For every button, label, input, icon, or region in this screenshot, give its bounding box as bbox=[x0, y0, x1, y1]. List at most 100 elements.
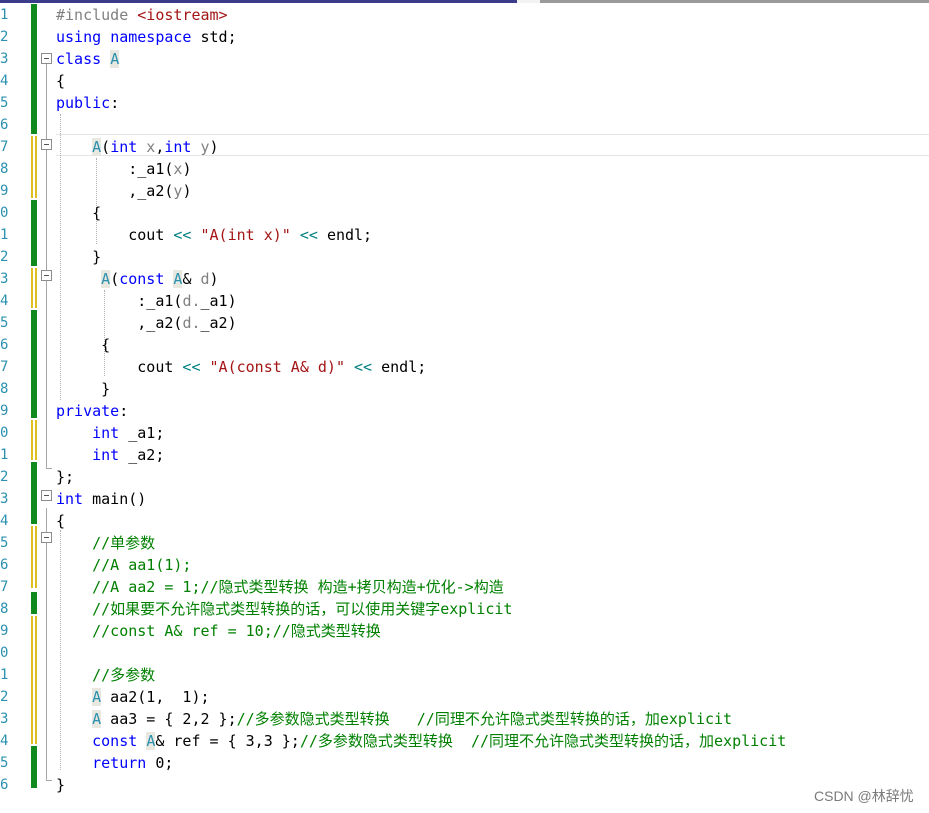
collapse-icon[interactable] bbox=[41, 532, 52, 543]
keyword: int bbox=[110, 138, 138, 156]
line-number: 4 bbox=[0, 733, 9, 749]
line-number: 1 bbox=[0, 667, 9, 683]
preprocessor-directive: #include bbox=[56, 6, 129, 24]
watermark: CSDN @林辞忧 bbox=[814, 788, 914, 804]
comment: //如果要不允许隐式类型转换的话，可以使用关键字explicit bbox=[92, 600, 513, 618]
brace: { bbox=[56, 72, 66, 90]
code-line: { bbox=[56, 70, 929, 92]
line-number: 5 bbox=[0, 755, 9, 771]
code-text: main() bbox=[83, 490, 147, 508]
code-text: ( bbox=[110, 270, 120, 288]
line-number: 1 bbox=[0, 7, 9, 23]
collapse-icon[interactable] bbox=[41, 139, 52, 150]
line-number: 7 bbox=[0, 139, 9, 155]
line-number: 2 bbox=[0, 29, 9, 45]
code-line: }; bbox=[56, 466, 929, 488]
string-literal: "A(const A& d)" bbox=[209, 358, 345, 376]
saved-change-bar bbox=[31, 462, 37, 524]
line-number: 2 bbox=[0, 689, 9, 705]
keyword: int bbox=[92, 446, 120, 464]
line-number: 8 bbox=[0, 381, 9, 397]
line-number: 0 bbox=[0, 205, 9, 221]
code-line: return 0; bbox=[56, 752, 929, 774]
unsaved-change-bar bbox=[31, 616, 37, 744]
code-text: _a1; bbox=[119, 424, 165, 442]
brace: } bbox=[101, 380, 111, 398]
comment: //多参数隐式类型转换 //同理不允许隐式类型转换的话，加explicit bbox=[299, 732, 787, 750]
operator: << bbox=[290, 226, 327, 244]
keyword: const bbox=[92, 732, 138, 750]
brace: } bbox=[56, 776, 66, 794]
fold-guide bbox=[46, 508, 47, 780]
line-number: 4 bbox=[0, 513, 9, 529]
code-text: ( bbox=[101, 138, 111, 156]
line-number: 9 bbox=[0, 623, 9, 639]
code-line: A aa2(1, 1); bbox=[56, 686, 929, 708]
code-line: } bbox=[56, 378, 929, 400]
code-line: cout << "A(int x)" << endl; bbox=[56, 224, 929, 246]
line-number: 6 bbox=[0, 337, 9, 353]
collapse-icon[interactable] bbox=[41, 53, 52, 64]
unsaved-change-bar bbox=[31, 526, 37, 588]
code-line: #include <iostream> bbox=[56, 4, 929, 26]
code-text: ,_a2( bbox=[128, 182, 174, 200]
code-text: ) bbox=[209, 138, 219, 156]
code-line: private: bbox=[56, 400, 929, 422]
fold-guide bbox=[46, 560, 47, 632]
line-number: 2 bbox=[0, 249, 9, 265]
code-text: ) bbox=[209, 270, 219, 288]
code-line: //如果要不允许隐式类型转换的话，可以使用关键字explicit bbox=[56, 598, 929, 620]
code-line: ,_a2(d._a2) bbox=[56, 312, 929, 334]
collapse-icon[interactable] bbox=[41, 490, 52, 501]
comment: //A aa2 = 1;//隐式类型转换 构造+拷贝构造+优化->构造 bbox=[92, 578, 504, 596]
code-line: :_a1(x) bbox=[56, 158, 929, 180]
code-line: ,_a2(y) bbox=[56, 180, 929, 202]
line-number: 1 bbox=[0, 447, 9, 463]
brace: }; bbox=[56, 468, 75, 486]
code-line: } bbox=[56, 246, 929, 268]
code-text: & bbox=[182, 270, 201, 288]
keyword: public bbox=[56, 94, 111, 112]
tab-indicator bbox=[540, 0, 929, 3]
comment: //多参数隐式类型转换 //同理不允许隐式类型转换的话，加explicit bbox=[236, 710, 733, 728]
line-number: 7 bbox=[0, 579, 9, 595]
collapse-icon[interactable] bbox=[41, 270, 52, 281]
code-line: const A& ref = { 3,3 };//多参数隐式类型转换 //同理不… bbox=[56, 730, 929, 752]
code-line: //A aa1(1); bbox=[56, 554, 929, 576]
keyword: class bbox=[56, 50, 102, 68]
code-text: _a2) bbox=[200, 314, 237, 332]
parameter: x bbox=[137, 138, 156, 156]
code-text: endl; bbox=[326, 226, 373, 244]
line-number: 7 bbox=[0, 359, 9, 375]
keyword: int bbox=[56, 490, 84, 508]
line-number: 4 bbox=[0, 73, 9, 89]
code-text: std; bbox=[191, 28, 237, 46]
code-text: aa3 = { 2,2 }; bbox=[101, 710, 237, 728]
code-text: cout bbox=[137, 358, 174, 376]
code-line: //A aa2 = 1;//隐式类型转换 构造+拷贝构造+优化->构造 bbox=[56, 576, 929, 598]
code-text: cout bbox=[128, 226, 165, 244]
saved-change-bar bbox=[31, 200, 37, 266]
code-text: endl; bbox=[381, 358, 427, 376]
brace: { bbox=[92, 204, 102, 222]
line-number: 0 bbox=[0, 645, 9, 661]
code-line: A(const A& d) bbox=[56, 268, 929, 290]
code-editor[interactable]: #include <iostream> using namespace std;… bbox=[56, 4, 929, 796]
constructor-name: A bbox=[92, 138, 102, 156]
code-line: cout << "A(const A& d)" << endl; bbox=[56, 356, 929, 378]
include-header: <iostream> bbox=[128, 6, 228, 24]
line-number: 2 bbox=[0, 469, 9, 485]
code-line: //单参数 bbox=[56, 532, 929, 554]
line-number: 3 bbox=[0, 271, 9, 287]
keyword: int bbox=[164, 138, 192, 156]
comment: //单参数 bbox=[92, 534, 156, 552]
code-line: //const A& ref = 10;//隐式类型转换 bbox=[56, 620, 929, 642]
code-text: _a1) bbox=[200, 292, 237, 310]
line-number: 6 bbox=[0, 557, 9, 573]
class-name: A bbox=[92, 688, 102, 706]
comment: //A aa1(1); bbox=[92, 556, 192, 574]
tab-strip bbox=[0, 0, 929, 3]
keyword: private bbox=[56, 402, 120, 420]
keyword: return bbox=[92, 754, 147, 772]
keyword: int bbox=[92, 424, 120, 442]
